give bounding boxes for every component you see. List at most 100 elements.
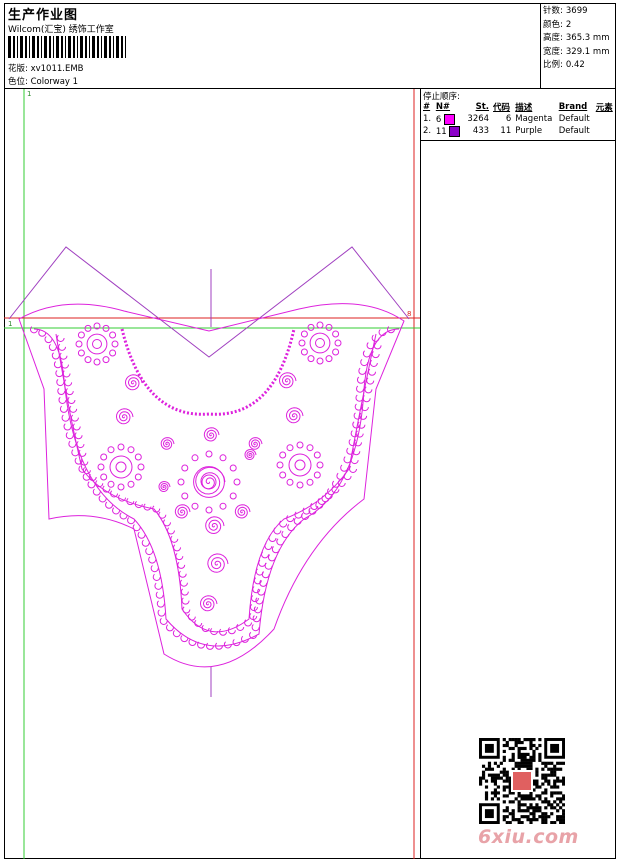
header-vertical-divider bbox=[540, 3, 541, 89]
scallop-loop bbox=[65, 387, 74, 396]
guide-mark-left: 1 bbox=[8, 320, 12, 328]
scallop-loop bbox=[287, 523, 296, 532]
design-value: xv1011.EMB bbox=[30, 64, 84, 74]
stat-height: 高度: 365.3 mm bbox=[543, 33, 610, 43]
flower-motif bbox=[97, 443, 145, 491]
scallop-loop bbox=[68, 439, 77, 448]
scallop-loop bbox=[355, 393, 364, 402]
scallop-loop bbox=[166, 526, 175, 535]
scallop-loop bbox=[154, 581, 163, 590]
scallop-loop bbox=[173, 543, 182, 552]
scallop-loop bbox=[145, 547, 154, 556]
scallop-loop bbox=[177, 560, 186, 569]
scallop-loop bbox=[366, 341, 375, 350]
watermark: 6xiu.com bbox=[478, 826, 579, 848]
scallop-loop bbox=[350, 456, 359, 465]
scallop-loop bbox=[57, 387, 66, 396]
scallop-loop bbox=[181, 596, 190, 605]
scallop-loop bbox=[267, 553, 276, 562]
scallop-loop bbox=[63, 422, 72, 431]
scallop-loop bbox=[58, 395, 67, 404]
table-row: 2. 11 433 11 Purple Default bbox=[423, 125, 590, 137]
spiral-motif bbox=[124, 374, 143, 391]
scallop-loop bbox=[250, 594, 259, 603]
scallop-loop bbox=[157, 608, 166, 617]
barcode bbox=[8, 36, 126, 58]
spiral-motif bbox=[115, 408, 134, 425]
stat-width: 宽度: 329.1 mm bbox=[543, 46, 610, 57]
scallop-loop bbox=[76, 440, 85, 449]
spiral-motif bbox=[158, 480, 171, 493]
page-title: 生产作业图 bbox=[8, 8, 79, 23]
col-header: St. bbox=[475, 102, 490, 112]
scallop-loop bbox=[371, 350, 380, 359]
col-header: Brand bbox=[558, 102, 588, 112]
outer-outline bbox=[8, 246, 410, 358]
scallop-loop bbox=[268, 534, 277, 543]
collar-outline bbox=[18, 303, 405, 668]
scallop-loop bbox=[175, 552, 184, 561]
scallop-loop bbox=[118, 493, 127, 502]
spiral-motifs bbox=[115, 372, 304, 612]
scallop-loop bbox=[281, 530, 290, 539]
scallop-loop bbox=[180, 587, 189, 596]
scallop-loop bbox=[188, 638, 197, 647]
studio-name: Wilcom(汇宝) 绣饰工作室 bbox=[8, 25, 114, 35]
scallop-loop bbox=[156, 599, 165, 608]
stop-sequence-table: # N# St. 代码 描述 Brand 元素 1. 6 3264 6 Mage… bbox=[421, 101, 616, 137]
scallop-loop bbox=[158, 510, 167, 519]
qr-code bbox=[479, 738, 565, 824]
scallop-loop bbox=[369, 358, 378, 367]
flower-motif bbox=[75, 322, 119, 366]
scallop-loop bbox=[69, 404, 78, 413]
scallop-loop bbox=[258, 558, 267, 567]
colorway-row: 色位: Colorway 1 bbox=[8, 75, 78, 87]
scallop-loop bbox=[150, 564, 159, 573]
col-header: 元素 bbox=[595, 103, 613, 113]
spiral-motif bbox=[248, 437, 263, 450]
scallop-loop bbox=[59, 404, 68, 413]
scallop-loop bbox=[126, 497, 135, 506]
scallop-loop bbox=[74, 431, 83, 440]
scallop-loop bbox=[261, 550, 270, 559]
scallop-loop bbox=[343, 472, 352, 481]
col-header: 代码 bbox=[493, 103, 511, 113]
scallop-loop bbox=[51, 351, 60, 360]
center-bead-arc bbox=[120, 328, 296, 416]
scallop-loop bbox=[366, 376, 375, 385]
scallop-loop bbox=[65, 431, 74, 440]
scallop-loop bbox=[179, 578, 188, 587]
panel-divider bbox=[420, 89, 421, 859]
scallop-loop bbox=[358, 366, 367, 375]
color-swatch bbox=[449, 125, 461, 137]
scallop-loop bbox=[336, 471, 345, 480]
table-header-row: # N# St. 代码 描述 Brand 元素 bbox=[421, 101, 616, 113]
color-swatch bbox=[443, 113, 455, 125]
scallop-loop bbox=[373, 341, 382, 350]
scallop-loop bbox=[187, 612, 196, 621]
scallop-loop bbox=[148, 555, 157, 564]
scallop-loop bbox=[112, 506, 121, 515]
flower-motif bbox=[276, 441, 324, 489]
scallop-loop bbox=[56, 378, 65, 387]
stat-scale: 比例: 0.42 bbox=[543, 60, 585, 70]
scallop-loop bbox=[273, 526, 282, 535]
scallop-loop bbox=[95, 479, 104, 488]
embroidery-design bbox=[8, 246, 410, 697]
spiral-motif bbox=[160, 437, 175, 450]
guide-mark-top: 1 bbox=[27, 90, 31, 98]
scallop-loop bbox=[182, 605, 191, 614]
flower-motifs bbox=[75, 321, 342, 514]
embroidery-canvas: 1 1 8 bbox=[4, 89, 420, 859]
design-row: 花版: xv1011.EMB bbox=[8, 62, 84, 74]
scallop-loop bbox=[58, 342, 67, 351]
scallop-loop bbox=[60, 360, 69, 369]
scallop-loop bbox=[98, 494, 107, 503]
spiral-motif bbox=[285, 407, 304, 424]
scallop-loop bbox=[264, 542, 273, 551]
col-header: N# bbox=[435, 102, 451, 112]
scallop-loop bbox=[261, 570, 270, 579]
stat-colors: 颜色: 2 bbox=[543, 19, 572, 30]
scallop-loop bbox=[368, 367, 377, 376]
spiral-motif bbox=[234, 504, 251, 519]
